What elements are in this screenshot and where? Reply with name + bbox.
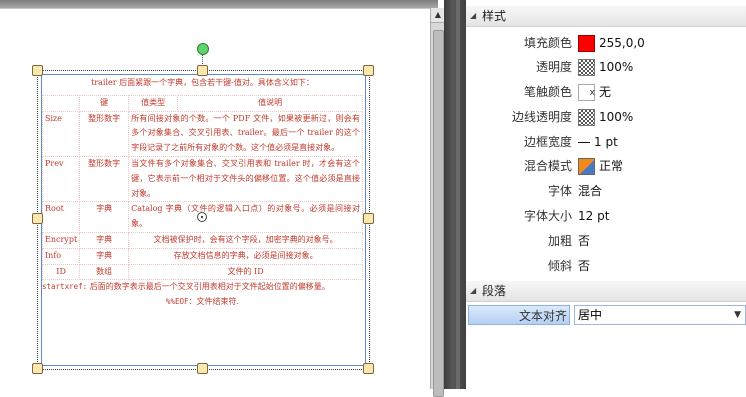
collapse-triangle-icon: ◢ <box>470 286 477 295</box>
property-opacity[interactable]: 透明度 100% <box>466 55 746 79</box>
resize-handle-left[interactable] <box>32 213 43 224</box>
panel-splitter[interactable] <box>444 0 466 389</box>
resize-handle-top-right[interactable] <box>363 65 374 76</box>
line-width-icon <box>578 142 590 143</box>
property-bold[interactable]: 加粗 否 <box>466 229 746 253</box>
property-italic[interactable]: 倾斜 否 <box>466 254 746 278</box>
transparency-swatch-icon <box>578 59 595 76</box>
property-label: 文本对齐 <box>468 305 570 325</box>
stroke-color-value: 无 <box>599 85 612 99</box>
section-paragraph-title: 段落 <box>482 284 507 298</box>
property-font[interactable]: 字体 混合 <box>466 179 746 203</box>
text-align-value: 居中 <box>578 308 603 322</box>
property-blend-mode[interactable]: 混合模式 正常 <box>466 154 746 178</box>
property-value[interactable]: 无 <box>578 80 612 105</box>
property-stroke-opacity[interactable]: 边线透明度 100% <box>466 105 746 129</box>
chevron-down-icon[interactable]: ▼ <box>734 306 741 324</box>
scroll-up-icon[interactable]: ▲ <box>431 8 445 23</box>
splitter-edge <box>456 0 460 389</box>
rotate-handle[interactable] <box>197 43 209 55</box>
property-fill-color[interactable]: 填充颜色 255,0,0 <box>466 31 746 55</box>
section-style-title: 样式 <box>482 9 507 23</box>
property-label: 边框宽度 <box>523 135 572 149</box>
property-label: 字体大小 <box>523 209 572 223</box>
property-label: 填充颜色 <box>523 36 572 50</box>
property-label: 倾斜 <box>547 259 572 273</box>
resize-handle-top-left[interactable] <box>32 65 43 76</box>
property-label: 字体 <box>547 184 572 198</box>
color-swatch-icon[interactable] <box>578 35 595 52</box>
property-value[interactable]: 正常 <box>578 154 623 178</box>
property-label: 混合模式 <box>523 159 572 173</box>
property-font-size[interactable]: 字体大小 12 pt <box>466 204 746 228</box>
property-text-align[interactable]: 文本对齐 居中 ▼ <box>466 303 746 327</box>
bold-value[interactable]: 否 <box>578 229 590 253</box>
text-align-dropdown[interactable]: 居中 ▼ <box>574 305 746 325</box>
resize-handle-bottom-left[interactable] <box>32 363 43 374</box>
canvas-area: trailer 后面紧跟一个字典，包含若干键-值对。具体含义如下： 键 值类型 … <box>0 0 445 397</box>
opacity-value: 100% <box>599 60 634 74</box>
property-border-width[interactable]: 边框宽度 1 pt <box>466 130 746 154</box>
italic-value[interactable]: 否 <box>578 254 590 278</box>
font-value[interactable]: 混合 <box>578 179 602 203</box>
center-point-icon <box>197 212 207 222</box>
resize-handle-bottom[interactable] <box>197 363 208 374</box>
no-color-swatch-icon[interactable] <box>578 81 595 105</box>
resize-handle-bottom-right[interactable] <box>363 363 374 374</box>
transparency-swatch-icon <box>578 109 595 126</box>
font-size-value[interactable]: 12 pt <box>578 204 609 228</box>
property-value[interactable]: 100% <box>578 55 633 79</box>
stroke-opacity-value: 100% <box>599 110 634 124</box>
section-style-header[interactable]: ◢ 样式 <box>466 6 746 27</box>
collapse-triangle-icon: ◢ <box>470 11 477 20</box>
resize-handle-top[interactable] <box>197 65 208 76</box>
fill-color-value: 255,0,0 <box>599 36 645 50</box>
property-label: 加粗 <box>547 234 572 248</box>
property-value[interactable]: 255,0,0 <box>578 31 645 55</box>
properties-panel: ◢ 样式 填充颜色 255,0,0 透明度 100% 笔触颜色 无 边线透明度 … <box>466 6 746 389</box>
property-stroke-color[interactable]: 笔触颜色 无 <box>466 80 746 105</box>
property-value[interactable]: 100% <box>578 105 633 129</box>
vertical-scrollbar[interactable]: ▲ <box>430 8 445 397</box>
canvas-top-bar <box>0 0 438 8</box>
blend-mode-icon <box>578 158 595 175</box>
property-label: 透明度 <box>535 60 572 74</box>
section-paragraph-header[interactable]: ◢ 段落 <box>466 281 746 302</box>
property-value[interactable]: 1 pt <box>578 130 618 154</box>
blend-mode-value: 正常 <box>599 159 624 173</box>
scroll-thumb[interactable] <box>433 30 444 397</box>
property-label: 笔触颜色 <box>523 85 572 99</box>
property-label: 边线透明度 <box>511 110 572 124</box>
border-width-value: 1 pt <box>594 135 618 149</box>
resize-handle-right[interactable] <box>363 213 374 224</box>
